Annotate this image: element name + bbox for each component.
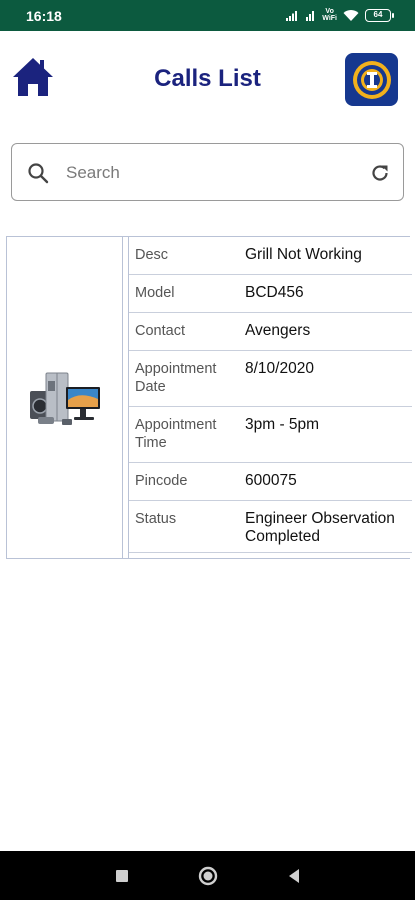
detail-value: BCD456 xyxy=(245,284,304,301)
back-icon xyxy=(289,869,299,883)
detail-label: Desc xyxy=(135,247,169,263)
home-nav-button[interactable] xyxy=(197,865,219,887)
detail-label: Model xyxy=(135,285,175,301)
detail-row-pincode: Pincode 600075 xyxy=(129,463,412,501)
home-circle-icon xyxy=(198,866,218,886)
call-list-item[interactable]: Desc Grill Not Working Model BCD456 Cont… xyxy=(6,236,412,559)
detail-row-contact: Contact Avengers xyxy=(129,313,412,351)
detail-value: 8/10/2020 xyxy=(245,360,314,377)
signal-icon xyxy=(286,11,298,21)
home-appliances-image xyxy=(29,372,100,425)
detail-label: Pincode xyxy=(135,473,188,489)
search-bar xyxy=(11,143,404,201)
product-image-cell xyxy=(7,237,123,558)
detail-value: Avengers xyxy=(245,322,311,339)
recents-button[interactable] xyxy=(111,865,133,887)
app-header: Calls List xyxy=(0,31,415,126)
detail-row-appointment-date: Appointment Date 8/10/2020 xyxy=(129,351,412,407)
volte-wifi-indicator: Vo WiFi xyxy=(322,8,337,22)
system-nav-bar xyxy=(0,851,415,900)
detail-value: Engineer Observation Completed xyxy=(245,510,395,545)
app-logo xyxy=(345,53,398,106)
battery-icon: 64 xyxy=(365,8,394,22)
wifi-calling-label: WiFi xyxy=(322,15,337,22)
search-input[interactable] xyxy=(66,158,356,188)
detail-value: 3pm - 5pm xyxy=(245,416,320,433)
back-button[interactable] xyxy=(283,865,305,887)
battery-level: 64 xyxy=(373,10,383,19)
detail-value: Grill Not Working xyxy=(245,246,362,263)
detail-value: 600075 xyxy=(245,472,297,489)
detail-row-status: Status Engineer Observation Completed xyxy=(129,501,412,553)
status-time: 16:18 xyxy=(26,8,62,24)
status-bar: 16:18 Vo WiFi 64 xyxy=(0,0,415,31)
detail-row-appointment-time: Appointment Time 3pm - 5pm xyxy=(129,407,412,463)
status-icons: Vo WiFi 64 xyxy=(286,7,394,23)
search-icon xyxy=(28,163,49,184)
detail-row-model: Model BCD456 xyxy=(129,275,412,313)
detail-label: Appointment Time xyxy=(135,417,217,451)
app-logo-icon xyxy=(352,60,391,99)
detail-label: Status xyxy=(135,511,177,527)
volte-label: Vo xyxy=(325,8,334,15)
refresh-icon[interactable] xyxy=(369,162,391,184)
detail-label: Appointment Date xyxy=(135,361,217,395)
wifi-icon xyxy=(343,9,359,21)
recents-icon xyxy=(116,870,128,882)
battery-tip xyxy=(392,12,394,18)
signal-icon-secondary xyxy=(306,11,315,21)
detail-label: Contact xyxy=(135,323,185,339)
detail-row-desc: Desc Grill Not Working xyxy=(129,237,412,275)
call-details: Desc Grill Not Working Model BCD456 Cont… xyxy=(128,237,412,558)
